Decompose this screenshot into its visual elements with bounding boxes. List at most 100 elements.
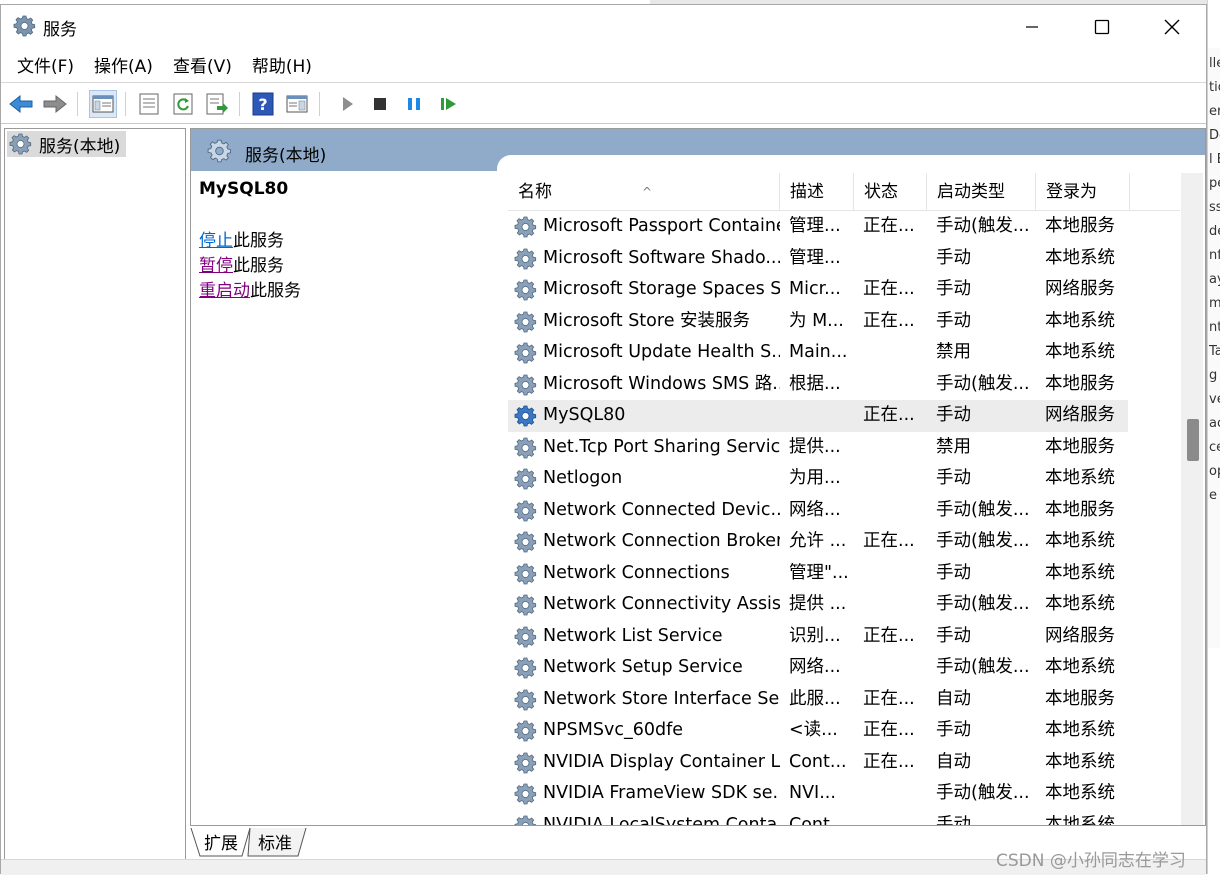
restart-service-link[interactable]: 重启动 bbox=[199, 281, 250, 301]
service-status bbox=[863, 369, 923, 401]
service-description: 网络... bbox=[789, 499, 841, 520]
service-name: MySQL80 bbox=[543, 405, 626, 425]
pause-service-link[interactable]: 暂停 bbox=[199, 256, 233, 276]
minimize-button[interactable] bbox=[997, 5, 1067, 49]
service-gear-icon bbox=[514, 688, 538, 712]
service-name: NVIDIA LocalSystem Conta... bbox=[543, 814, 780, 826]
service-row[interactable]: Netlogon 为用... 手动 本地系统 bbox=[508, 463, 1180, 495]
service-row[interactable]: NVIDIA FrameView SDK se... NVI... 手动(触发...… bbox=[508, 778, 1180, 810]
restart-icon bbox=[441, 98, 456, 110]
service-row[interactable]: Microsoft Passport Container 管理... 正在... 手动… bbox=[508, 211, 1180, 243]
menu-help[interactable]: 帮助(H) bbox=[242, 51, 322, 83]
service-name: Netlogon bbox=[543, 468, 623, 488]
service-description: 为 M... bbox=[789, 310, 844, 331]
pause-icon bbox=[408, 98, 420, 110]
help-button[interactable]: ? bbox=[249, 90, 277, 118]
tab-extended[interactable]: 扩展 bbox=[204, 834, 238, 853]
service-row[interactable]: Microsoft Store 安装服务 为 M... 正在... 手动 本地系统 bbox=[508, 306, 1180, 338]
service-row[interactable]: Microsoft Update Health S... Main... 禁用 本地系… bbox=[508, 337, 1180, 369]
stop-service-link[interactable]: 停止 bbox=[199, 231, 233, 251]
refresh-button[interactable] bbox=[169, 90, 197, 118]
restart-suffix: 此服务 bbox=[250, 281, 301, 301]
restart-action: 重启动此服务 bbox=[199, 279, 489, 304]
service-row[interactable]: Net.Tcp Port Sharing Service 提供... 禁用 本地服务 bbox=[508, 432, 1180, 464]
service-status bbox=[863, 810, 923, 826]
service-row[interactable]: Network Connected Devic... 网络... 手动(触发... 本… bbox=[508, 495, 1180, 527]
tab-standard[interactable]: 标准 bbox=[258, 834, 292, 853]
service-status: 正在... bbox=[863, 310, 915, 331]
service-gear-icon bbox=[514, 562, 538, 586]
menu-bar: 文件(F) 操作(A) 查看(V) 帮助(H) bbox=[1, 51, 1206, 83]
service-description: 管理... bbox=[789, 216, 841, 236]
service-row[interactable]: Microsoft Storage Spaces S... Micr... 正在..… bbox=[508, 274, 1180, 306]
background-fragment: ce bbox=[1209, 440, 1220, 455]
background-fragment: de bbox=[1209, 224, 1220, 239]
service-gear-icon bbox=[514, 782, 538, 806]
service-row-selected[interactable]: MySQL80 正在... 手动 网络服务 bbox=[508, 400, 1128, 432]
stop-suffix: 此服务 bbox=[233, 231, 284, 251]
column-header-startup-type[interactable]: 启动类型 bbox=[927, 173, 1036, 211]
forward-button[interactable] bbox=[41, 90, 69, 118]
service-description: 管理... bbox=[789, 247, 841, 268]
service-row[interactable]: Network Store Interface Se... 此服... 正在... 自… bbox=[508, 684, 1180, 716]
forward-arrow-icon bbox=[43, 94, 67, 114]
refresh-icon bbox=[173, 93, 193, 115]
menu-view[interactable]: 查看(V) bbox=[163, 51, 242, 83]
service-row[interactable]: NVIDIA Display Container LS Cont... 正在... 自… bbox=[508, 747, 1180, 779]
show-console-tree-button[interactable] bbox=[89, 90, 117, 118]
background-fragment: m bbox=[1209, 292, 1220, 316]
column-header-description[interactable]: 描述 bbox=[780, 173, 854, 211]
vertical-scrollbar[interactable] bbox=[1181, 173, 1203, 825]
service-gear-icon bbox=[514, 625, 538, 649]
service-description: 此服... bbox=[789, 688, 841, 709]
scrollbar-thumb[interactable] bbox=[1187, 419, 1199, 461]
service-row[interactable]: Network List Service 识别... 正在... 手动 网络服务 bbox=[508, 621, 1180, 653]
background-fragment: er bbox=[1209, 104, 1220, 119]
service-row[interactable]: NVIDIA LocalSystem Conta... Cont... 手动 本地系统 bbox=[508, 810, 1180, 826]
close-button[interactable] bbox=[1137, 5, 1207, 49]
service-gear-icon bbox=[514, 751, 538, 775]
stop-service-button[interactable] bbox=[366, 90, 394, 118]
sort-ascending-icon: ^ bbox=[642, 185, 653, 199]
column-header-logon-as[interactable]: 登录为 bbox=[1036, 173, 1130, 211]
service-name: Network Connectivity Assis... bbox=[543, 594, 780, 614]
column-header-name[interactable]: 名称 ^ bbox=[508, 173, 780, 211]
column-header-status[interactable]: 状态 bbox=[854, 173, 927, 211]
service-row[interactable]: Microsoft Windows SMS 路... 根据... 手动(触发... 本… bbox=[508, 369, 1180, 401]
service-status: 正在... bbox=[863, 279, 915, 299]
tree-item-services-local[interactable]: 服务(本地) bbox=[7, 131, 127, 157]
service-logon-as: 本地系统 bbox=[1045, 342, 1115, 362]
service-row[interactable]: Network Connection Broker 允许 ... 正在... 手动(触… bbox=[508, 526, 1180, 558]
menu-action[interactable]: 操作(A) bbox=[84, 51, 163, 83]
service-name: Microsoft Update Health S... bbox=[543, 342, 780, 362]
service-status: 正在... bbox=[863, 216, 915, 236]
service-row[interactable]: Network Connections 管理"... 手动 本地系统 bbox=[508, 558, 1180, 590]
start-service-button[interactable] bbox=[333, 90, 361, 118]
show-action-pane-button[interactable] bbox=[283, 90, 311, 118]
background-window-text: lle tio er Del l E pe ss de nfo ay m nt Ta g E ve ac ce o… bbox=[1207, 0, 1220, 874]
service-startup-type: 手动(触发... bbox=[936, 531, 1030, 551]
pause-service-button[interactable] bbox=[400, 90, 428, 118]
export-list-button[interactable] bbox=[203, 90, 231, 118]
console-tree: 服务(本地) bbox=[4, 128, 186, 860]
properties-button[interactable] bbox=[135, 90, 163, 118]
background-fragment: nt bbox=[1209, 320, 1220, 335]
maximize-button[interactable] bbox=[1067, 5, 1137, 49]
pause-suffix: 此服务 bbox=[233, 256, 284, 276]
service-row[interactable]: Network Setup Service 网络... 手动(触发... 本地系统 bbox=[508, 652, 1180, 684]
service-row[interactable]: Microsoft Software Shado... 管理... 手动 本地系统 bbox=[508, 243, 1180, 275]
service-gear-icon bbox=[514, 404, 538, 428]
background-fragment: op bbox=[1209, 464, 1220, 479]
service-startup-type: 手动 bbox=[936, 405, 971, 425]
view-tabs: 扩展 标准 bbox=[190, 828, 307, 857]
service-status bbox=[863, 337, 923, 369]
menu-file[interactable]: 文件(F) bbox=[7, 51, 84, 83]
service-description: 允许 ... bbox=[789, 531, 847, 551]
service-gear-icon bbox=[514, 278, 538, 302]
service-startup-type: 手动 bbox=[936, 468, 971, 488]
service-row[interactable]: NPSMSvc_60dfe <读... 正在... 手动 本地系统 bbox=[508, 715, 1180, 747]
service-row[interactable]: Network Connectivity Assis... 提供 ... 手动(触发… bbox=[508, 589, 1180, 621]
gear-icon bbox=[13, 15, 36, 37]
back-button[interactable] bbox=[7, 90, 35, 118]
restart-service-button[interactable] bbox=[435, 90, 463, 118]
